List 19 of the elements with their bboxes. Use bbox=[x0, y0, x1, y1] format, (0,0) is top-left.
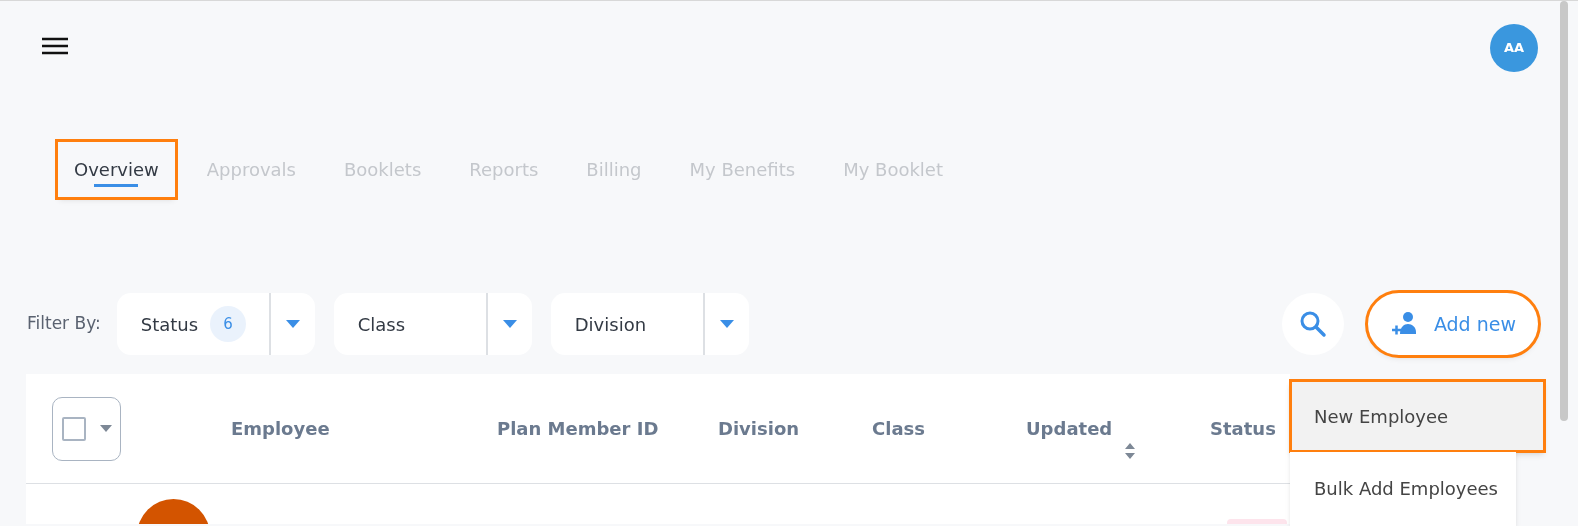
filter-dropdown[interactable]: Division bbox=[550, 293, 749, 355]
nav-tab[interactable]: Overview bbox=[58, 142, 175, 197]
filter-label: Class bbox=[357, 312, 406, 337]
menu-item[interactable]: New Employee bbox=[1290, 380, 1545, 452]
menu-item[interactable]: Bulk Add Employees bbox=[1290, 452, 1516, 524]
column-header: Employee bbox=[231, 417, 330, 441]
filter-dropdown[interactable]: Class bbox=[333, 293, 532, 355]
filter-dropdown[interactable]: Status 6 bbox=[116, 293, 315, 355]
column-header: Division bbox=[718, 417, 800, 441]
column-header: Updated bbox=[1026, 417, 1113, 441]
filter-label: Filter By: bbox=[27, 312, 101, 336]
column-header: Class bbox=[872, 417, 925, 441]
column-header: Plan Member ID bbox=[497, 417, 659, 441]
column-header: Status bbox=[1210, 417, 1276, 441]
user-avatar[interactable]: AA bbox=[1490, 24, 1538, 72]
filter-label: Division bbox=[574, 312, 647, 337]
count-badge: 6 bbox=[210, 306, 247, 342]
filter-label: Status bbox=[140, 312, 199, 337]
add-new-button[interactable]: Add new bbox=[1367, 293, 1538, 355]
